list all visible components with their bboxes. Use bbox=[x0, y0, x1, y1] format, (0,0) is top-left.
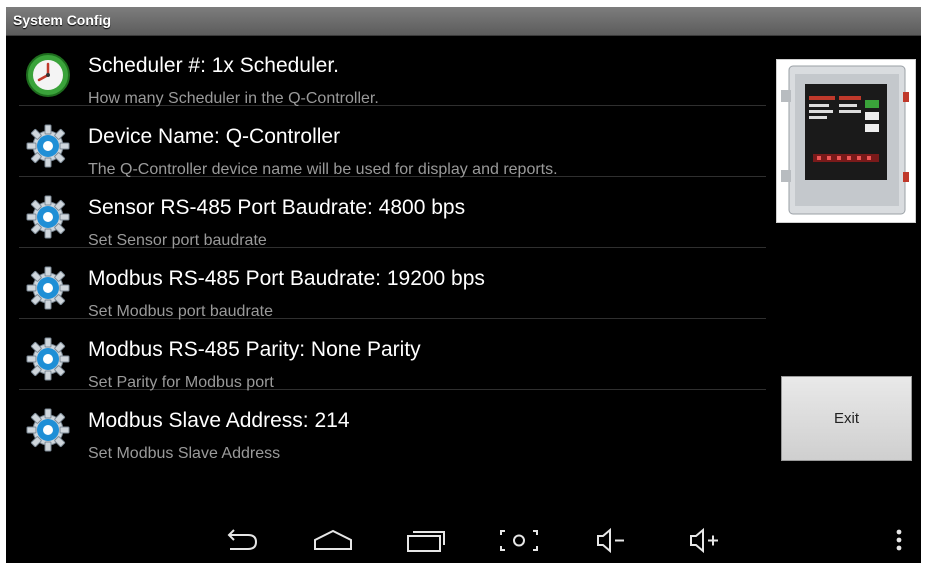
setting-title: Scheduler #: 1x Scheduler. bbox=[88, 54, 339, 77]
gear-icon bbox=[25, 194, 71, 240]
volume-up-icon[interactable] bbox=[681, 523, 729, 555]
screenshot-icon[interactable] bbox=[495, 523, 543, 555]
settings-list[interactable]: Scheduler #: 1x Scheduler. How many Sche… bbox=[6, 36, 766, 468]
settings-item-modbus-slave-address[interactable]: Modbus Slave Address: 214 Set Modbus Sla… bbox=[19, 391, 766, 462]
exit-button-label: Exit bbox=[833, 410, 859, 427]
gear-icon bbox=[25, 336, 71, 382]
title-bar: System Config bbox=[6, 7, 921, 36]
setting-title: Device Name: Q-Controller bbox=[88, 125, 341, 148]
recent-apps-icon[interactable] bbox=[402, 523, 450, 555]
setting-title: Modbus RS-485 Parity: None Parity bbox=[88, 338, 421, 361]
overflow-menu-icon[interactable] bbox=[887, 523, 911, 555]
back-icon[interactable] bbox=[216, 523, 264, 555]
volume-down-icon[interactable] bbox=[588, 523, 636, 555]
setting-subtitle: Set Sensor port baudrate bbox=[88, 232, 267, 249]
setting-title: Modbus Slave Address: 214 bbox=[88, 409, 350, 432]
screen: System Config Scheduler #: 1x Scheduler.… bbox=[6, 7, 921, 563]
settings-item-modbus-parity[interactable]: Modbus RS-485 Parity: None Parity Set Pa… bbox=[19, 320, 766, 391]
setting-subtitle: The Q-Controller device name will be use… bbox=[88, 161, 558, 178]
settings-item-modbus-baudrate[interactable]: Modbus RS-485 Port Baudrate: 19200 bps S… bbox=[19, 249, 766, 320]
clock-icon bbox=[25, 52, 71, 98]
settings-item-scheduler[interactable]: Scheduler #: 1x Scheduler. How many Sche… bbox=[19, 36, 766, 107]
window-title: System Config bbox=[13, 12, 112, 28]
q-controller-device-image bbox=[776, 59, 916, 223]
settings-item-sensor-baudrate[interactable]: Sensor RS-485 Port Baudrate: 4800 bps Se… bbox=[19, 178, 766, 249]
gear-icon bbox=[25, 407, 71, 453]
setting-title: Sensor RS-485 Port Baudrate: 4800 bps bbox=[88, 196, 466, 219]
gear-icon bbox=[25, 123, 71, 169]
setting-title: Modbus RS-485 Port Baudrate: 19200 bps bbox=[88, 267, 485, 290]
setting-subtitle: How many Scheduler in the Q-Controller. bbox=[88, 90, 379, 107]
setting-subtitle: Set Parity for Modbus port bbox=[88, 374, 274, 391]
setting-subtitle: Set Modbus port baudrate bbox=[88, 303, 274, 320]
settings-item-device-name[interactable]: Device Name: Q-Controller The Q-Controll… bbox=[19, 107, 766, 178]
gear-icon bbox=[25, 265, 71, 311]
exit-button[interactable]: Exit bbox=[781, 376, 912, 461]
navigation-bar bbox=[6, 515, 921, 563]
home-icon[interactable] bbox=[309, 523, 357, 555]
setting-subtitle: Set Modbus Slave Address bbox=[88, 445, 281, 462]
